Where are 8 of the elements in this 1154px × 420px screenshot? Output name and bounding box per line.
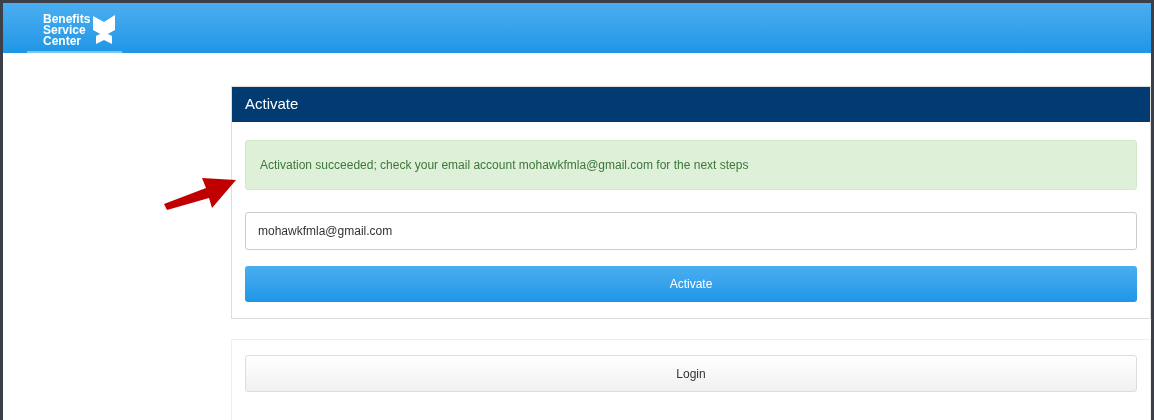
login-button[interactable]: Login <box>245 355 1137 392</box>
logo-text: Benefits <box>43 14 91 25</box>
logo-text: Center <box>43 36 82 47</box>
panel-title: Activate <box>245 94 299 115</box>
book-icon <box>92 14 117 44</box>
logo-text: Service <box>43 25 87 36</box>
alert-message: Activation succeeded; check your email account mohawkfmla@gmail.com for the next steps <box>260 157 749 174</box>
email-field[interactable]: mohawkfmla@gmail.com <box>245 212 1137 250</box>
